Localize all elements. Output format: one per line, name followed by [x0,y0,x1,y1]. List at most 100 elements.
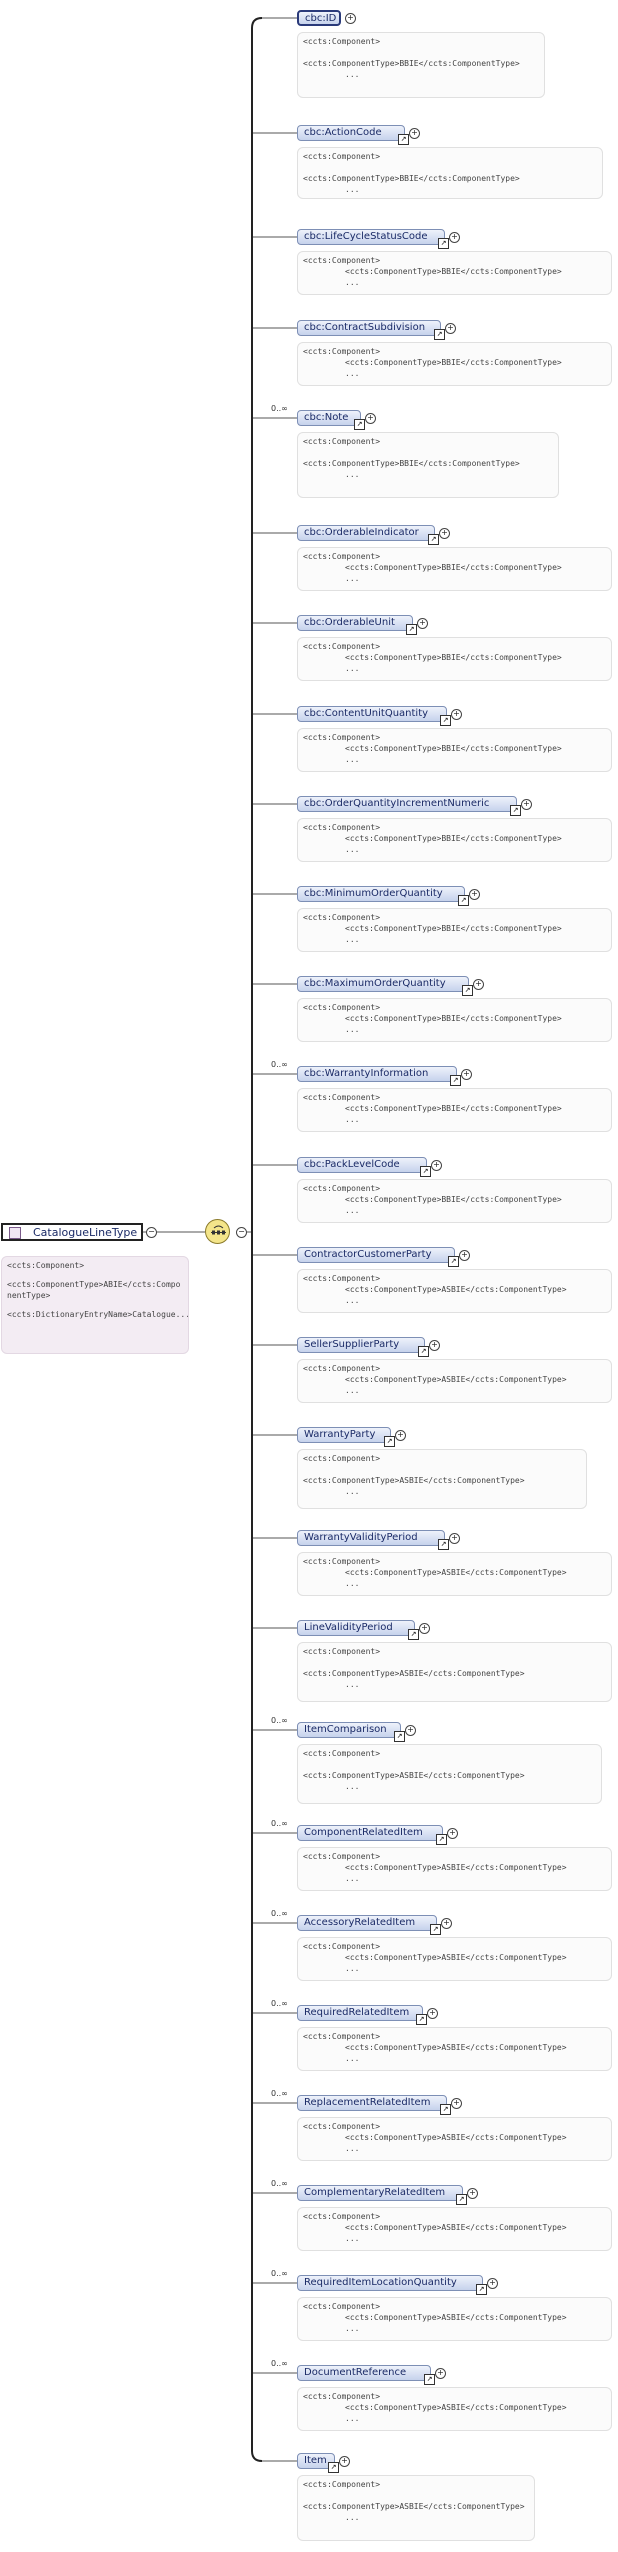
element-node[interactable]: cbc:OrderQuantityIncrementNumeric ↗ [297,796,521,816]
annotation-card: <ccts:Component> <ccts:ComponentType>BBIE… [297,728,612,772]
annotation-ellipsis: ... [345,574,360,583]
collapse-icon[interactable]: − [146,1227,157,1238]
element-label: DocumentReference [304,2367,407,2378]
expand-icon[interactable]: + [449,1533,460,1544]
reference-link-icon: ↗ [384,1436,395,1447]
reference-link-icon: ↗ [328,2462,339,2473]
annotation-card: <ccts:Component> <ccts:ComponentType>BBIE… [297,147,603,199]
element-node[interactable]: cbc:WarrantyInformation ↗ [297,1066,461,1086]
element-node[interactable]: WarrantyParty ↗ [297,1427,395,1447]
element-node[interactable]: DocumentReference ↗ [297,2365,435,2385]
expand-icon[interactable]: + [339,2456,350,2467]
expand-icon[interactable]: + [419,1623,430,1634]
expand-icon[interactable]: + [445,323,456,334]
element-node[interactable]: ComponentRelatedItem ↗ [297,1825,447,1845]
root-element-node[interactable]: CatalogueLineType [1,1223,143,1241]
element-node[interactable]: cbc:OrderableUnit ↗ [297,615,417,635]
expand-icon[interactable]: + [431,1160,442,1171]
annotation-card: <ccts:Component> <ccts:ComponentType>ASBI… [297,1552,612,1596]
annotation-card: <ccts:Component> <ccts:ComponentType>BBIE… [297,1088,612,1132]
expand-icon[interactable]: + [461,1069,472,1080]
reference-link-icon: ↗ [430,1924,441,1935]
annotation-card: <ccts:Component> <ccts:ComponentType>BBIE… [297,251,612,295]
annotation-line: <ccts:ComponentType>BBIE</ccts:Component… [303,174,520,183]
expand-icon[interactable]: + [427,2008,438,2019]
root-element-label: CatalogueLineType [33,1226,138,1239]
element-node[interactable]: cbc:MaximumOrderQuantity ↗ [297,976,473,996]
element-node[interactable]: LineValidityPeriod ↗ [297,1620,419,1640]
annotation-line: <ccts:Component> [303,37,381,46]
element-node[interactable]: RequiredItemLocationQuantity ↗ [297,2275,487,2295]
reference-link-icon: ↗ [394,1731,405,1742]
sequence-compositor-icon[interactable] [205,1219,230,1244]
annotation-line: <ccts:Component> [303,1003,381,1012]
element-node[interactable]: AccessoryRelatedItem ↗ [297,1915,441,1935]
element-node[interactable]: cbc:OrderableIndicator ↗ [297,525,439,545]
collapse-icon[interactable]: − [236,1227,247,1238]
expand-icon[interactable]: + [429,1340,440,1351]
element-label: AccessoryRelatedItem [304,1917,416,1928]
expand-icon[interactable]: + [469,889,480,900]
element-label: RequiredRelatedItem [304,2007,410,2018]
annotation-line: <ccts:Component> [303,2122,381,2131]
element-node[interactable]: cbc:ContractSubdivision ↗ [297,320,445,340]
reference-link-icon: ↗ [440,2104,451,2115]
multiplicity-label: 0..∞ [271,1819,288,1828]
expand-icon[interactable]: + [405,1725,416,1736]
element-node[interactable]: cbc:LifeCycleStatusCode ↗ [297,229,449,249]
element-label: ItemComparison [304,1724,387,1735]
element-label: cbc:ActionCode [304,127,382,138]
element-node[interactable]: WarrantyValidityPeriod ↗ [297,1530,449,1550]
annotation-card: <ccts:Component> <ccts:ComponentType>ASBI… [297,2387,612,2431]
reference-link-icon: ↗ [434,329,445,340]
expand-icon[interactable]: + [449,232,460,243]
expand-icon[interactable]: + [365,413,376,424]
element-node[interactable]: ContractorCustomerParty ↗ [297,1247,459,1267]
annotation-ellipsis: ... [345,1206,360,1215]
annotation-line: <ccts:ComponentType>ASBIE</ccts:Componen… [345,2403,567,2412]
expand-icon[interactable]: + [451,2098,462,2109]
expand-icon[interactable]: + [441,1918,452,1929]
expand-icon[interactable]: + [345,13,356,24]
annotation-line: <ccts:ComponentType>BBIE</ccts:Component… [345,653,562,662]
expand-icon[interactable]: + [395,1430,406,1441]
expand-icon[interactable]: + [467,2188,478,2199]
element-node[interactable]: cbc:ContentUnitQuantity ↗ [297,706,451,726]
annotation-card: <ccts:Component> <ccts:ComponentType>ASBI… [297,1847,612,1891]
element-node[interactable]: ReplacementRelatedItem ↗ [297,2095,451,2115]
annotation-line: <ccts:ComponentType>ASBIE</ccts:Componen… [345,1285,567,1294]
annotation-ellipsis: ... [345,2144,360,2153]
element-node[interactable]: Item ↗ [297,2453,339,2473]
element-label: cbc:PackLevelCode [304,1159,400,1170]
expand-icon[interactable]: + [451,709,462,720]
complex-type-icon [9,1227,21,1239]
expand-icon[interactable]: + [521,799,532,810]
reference-link-icon: ↗ [408,1629,419,1640]
element-node[interactable]: cbc:ActionCode ↗ [297,125,409,145]
element-label: cbc:OrderableUnit [304,617,395,628]
element-node[interactable]: SellerSupplierParty ↗ [297,1337,429,1357]
element-node[interactable]: ItemComparison ↗ [297,1722,405,1742]
element-node[interactable]: cbc:ID [297,10,341,26]
expand-icon[interactable]: + [459,1250,470,1261]
annotation-ellipsis: ... [345,278,360,287]
annotation-line: <ccts:Component> [303,2302,381,2311]
expand-icon[interactable]: + [435,2368,446,2379]
expand-icon[interactable]: + [447,1828,458,1839]
element-node[interactable]: ComplementaryRelatedItem ↗ [297,2185,467,2205]
element-node[interactable]: RequiredRelatedItem ↗ [297,2005,427,2025]
element-node[interactable]: cbc:MinimumOrderQuantity ↗ [297,886,469,906]
expand-icon[interactable]: + [409,128,420,139]
element-node[interactable]: cbc:Note ↗ [297,410,365,430]
multiplicity-label: 0..∞ [271,2359,288,2368]
schema-diagram: CatalogueLineType − <ccts:Component> <cc… [0,0,618,2552]
annotation-line: <ccts:ComponentType>ASBIE</ccts:Componen… [345,2043,567,2052]
expand-icon[interactable]: + [439,528,450,539]
expand-icon[interactable]: + [417,618,428,629]
annotation-line: <ccts:Component> [303,552,381,561]
annotation-card: <ccts:Component> <ccts:ComponentType>ASBI… [297,1449,587,1509]
element-node[interactable]: cbc:PackLevelCode ↗ [297,1157,431,1177]
element-label: LineValidityPeriod [304,1622,393,1633]
expand-icon[interactable]: + [473,979,484,990]
expand-icon[interactable]: + [487,2278,498,2289]
